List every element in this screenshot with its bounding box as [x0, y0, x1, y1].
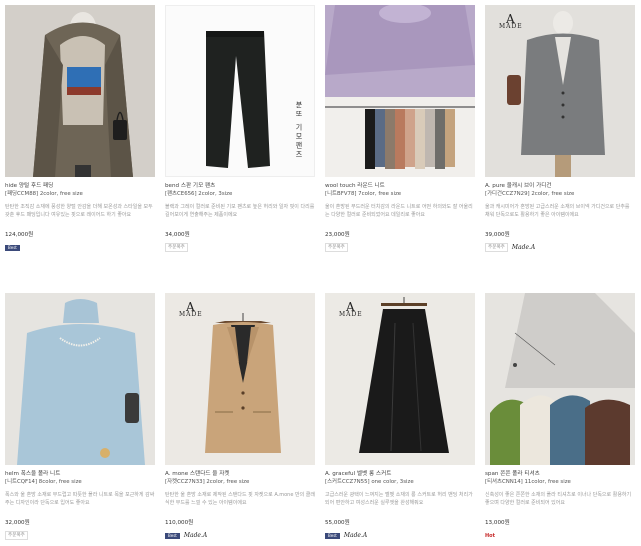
product-description: 탄탄한 울 혼방 소재로 제작된 스탠다드 핏 자켓으로 A.mone 만의 클…	[165, 492, 315, 506]
product-image[interactable]: A MADE	[325, 293, 475, 465]
product-name[interactable]: span 쫀쫀 폴라 티셔츠	[485, 470, 635, 478]
product-code: [티셔츠CNN14] 11color, free size	[485, 479, 571, 485]
product-name[interactable]: A. mone 스탠다드 울 자켓	[165, 470, 315, 478]
product-card[interactable]: wool touch 라운드 니트 [니트BFV78] 7color, free…	[325, 5, 475, 252]
product-price: 110,000원	[165, 520, 194, 526]
product-card[interactable]: span 쫀쫀 폴라 티셔츠 [티셔츠CNN14] 11color, free …	[485, 293, 635, 540]
product-description: 폭스와 울 혼방 소재로 부드럽고 따뜻한 폴라 니트로 목을 포근하게 감싸주…	[5, 492, 155, 506]
product-code: [패딩CCM88] 2color, free size	[5, 191, 83, 197]
product-name[interactable]: helm 폭스울 폴라 니트	[5, 470, 155, 478]
product-price: 23,000원	[325, 232, 350, 238]
product-card[interactable]: A MADE A. pure 울캐시 브이 가디건 [가디건CCZ7N29] 2c…	[485, 5, 635, 252]
badge-row: 주문폭주 Made.A	[485, 243, 635, 252]
badge-row: Best	[5, 243, 155, 252]
made-a-logo: A MADE	[179, 300, 203, 318]
badge-row: 주문폭주	[325, 243, 475, 252]
product-code: [스커트CCZ7N55] one color, 3size	[325, 479, 414, 485]
product-price: 39,000원	[485, 232, 510, 238]
product-image[interactable]	[325, 5, 475, 177]
product-name[interactable]: A. graceful 벨벳 롱 스커트	[325, 470, 475, 478]
product-name[interactable]: hide 양털 후드 패딩	[5, 182, 155, 190]
product-card[interactable]: hide 양털 후드 패딩 [패딩CCM88] 2color, free siz…	[5, 5, 155, 252]
made-a-badge: Made.A	[343, 532, 368, 539]
product-image[interactable]	[5, 293, 155, 465]
product-image[interactable]: A MADE	[165, 293, 315, 465]
product-code: [니트CQF14] 8color, free size	[5, 479, 82, 485]
product-description: 탄탄한 조직감 소재에 풍성한 양털 안감을 더해 보온성과 스타일을 모두 갖…	[5, 204, 153, 218]
product-description: 블랙과 그레이 컬러로 준비된 기모 팬츠로 높은 허리와 일자 핏이 다리를 …	[165, 204, 315, 218]
product-price: 124,000원	[5, 232, 34, 238]
product-description: 울과 캐시미어가 혼방된 고급스러운 소재의 브이넥 가디건으로 단추를 채워 …	[485, 204, 630, 218]
product-code: [팬츠CE656] 2color, 3size	[165, 191, 233, 197]
order-badge: 주문폭주	[165, 243, 188, 252]
pants-overlay-text: 분또 기모팬츠	[295, 101, 303, 160]
order-badge: 주문폭주	[485, 243, 508, 252]
best-badge: Best	[325, 532, 340, 539]
made-a-logo: A MADE	[499, 12, 523, 30]
product-image[interactable]	[485, 293, 635, 465]
made-a-badge: Made.A	[511, 244, 536, 251]
knit-photo	[325, 5, 475, 177]
product-name[interactable]: A. pure 울캐시 브이 가디건	[485, 182, 635, 190]
product-card[interactable]: 분또 기모팬츠 bend 스판 기모 팬츠 [팬츠CE656] 2color, …	[165, 5, 315, 252]
product-code: [자켓CCZ7N33] 2color, free size	[165, 479, 250, 485]
order-badge: 주문폭주	[325, 243, 348, 252]
padding-photo	[5, 5, 155, 177]
badge-row: Hot	[485, 531, 635, 540]
product-card[interactable]: A MADE A. mone 스탠다드 울 자켓 [자켓CCZ7N33] 2col…	[165, 293, 315, 540]
product-code: [가디건CCZ7N29] 2color, free size	[485, 191, 575, 197]
product-price: 34,000원	[165, 232, 190, 238]
best-badge: Best	[165, 532, 180, 539]
polo-photo	[485, 293, 635, 465]
product-image[interactable]	[5, 5, 155, 177]
product-description: 신축성이 좋은 쫀쫀한 소재의 폴라 티셔츠로 이너나 단독으로 활용하기 좋으…	[485, 492, 632, 506]
badge-row: Best Made.A	[165, 531, 315, 540]
best-badge: Best	[5, 244, 20, 251]
product-card[interactable]: helm 폭스울 폴라 니트 [니트CQF14] 8color, free si…	[5, 293, 155, 540]
product-price: 55,000원	[325, 520, 350, 526]
product-price: 13,000원	[485, 520, 510, 526]
product-card[interactable]: A MADE A. graceful 벨벳 롱 스커트 [스커트CCZ7N55] …	[325, 293, 475, 540]
product-description: 울이 혼방된 부드러운 터치감의 라운드 니트로 어떤 하의와도 잘 어울리는 …	[325, 204, 473, 218]
product-name[interactable]: wool touch 라운드 니트	[325, 182, 475, 190]
product-name[interactable]: bend 스판 기모 팬츠	[165, 182, 315, 190]
product-image[interactable]: 분또 기모팬츠	[165, 5, 315, 177]
product-code: [니트BFV78] 7color, free size	[325, 191, 402, 197]
made-a-logo: A MADE	[339, 300, 363, 318]
badge-row: 주문폭주	[5, 531, 155, 540]
hot-badge: Hot	[485, 532, 496, 539]
turtleneck-photo	[5, 293, 155, 465]
product-image[interactable]: A MADE	[485, 5, 635, 177]
order-badge: 주문폭주	[5, 531, 28, 540]
product-price: 32,000원	[5, 520, 30, 526]
product-description: 고급스러운 광택이 느껴지는 벨벳 소재의 롱 스커트로 허리 밴딩 처리가 되…	[325, 492, 473, 506]
made-a-badge: Made.A	[183, 532, 208, 539]
badge-row: 주문폭주	[165, 243, 315, 252]
badge-row: Best Made.A	[325, 531, 475, 540]
